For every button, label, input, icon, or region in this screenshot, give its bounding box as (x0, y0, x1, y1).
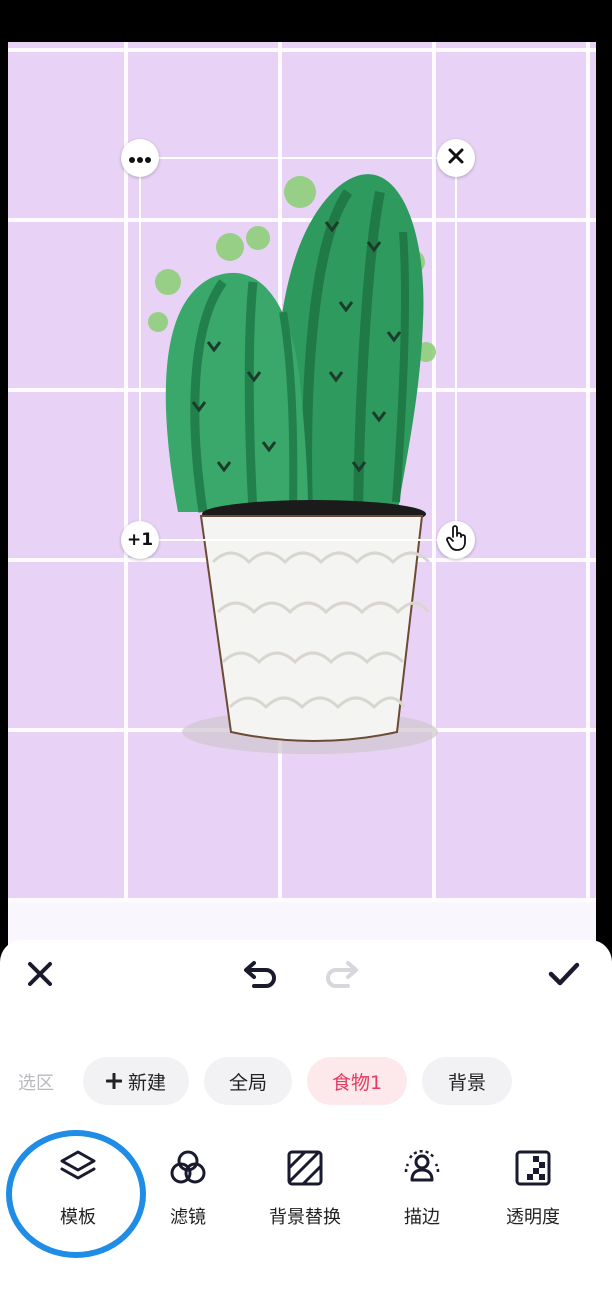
checkmark-icon (548, 961, 580, 991)
chip-background[interactable]: 背景 (422, 1057, 512, 1105)
duplicate-label: +1 (126, 530, 154, 550)
new-selection-label: 新建 (127, 1071, 166, 1094)
edit-panel: 选区 新建 全局 食物1 背景 模板 滤镜 背景替换 描边 透明度 (0, 940, 612, 1316)
close-icon (448, 148, 464, 168)
chip-global[interactable]: 全局 (204, 1057, 292, 1105)
chip-label: 全局 (228, 1071, 267, 1094)
chip-label: 背景 (447, 1071, 486, 1094)
duplicate-handle[interactable]: +1 (121, 521, 159, 559)
hand-pointer-icon (445, 525, 467, 555)
selection-label: 选区 (18, 1073, 54, 1094)
close-icon (27, 961, 53, 991)
tool-label: 背景替换 (269, 1207, 341, 1228)
tool-filter[interactable]: 滤镜 (133, 1145, 243, 1235)
delete-sticker-handle[interactable] (437, 139, 475, 177)
outline-person-icon (402, 1145, 442, 1191)
background-replace-icon (286, 1145, 324, 1191)
cactus-sticker-image[interactable] (8, 42, 596, 902)
new-selection-chip[interactable]: 新建 (83, 1057, 189, 1105)
tool-label: 透明度 (506, 1207, 560, 1228)
tool-label: 滤镜 (170, 1207, 206, 1228)
redo-icon (324, 959, 360, 993)
tool-outline[interactable]: 描边 (367, 1145, 477, 1235)
tool-label: 描边 (404, 1207, 440, 1228)
more-dots-icon (129, 149, 151, 168)
chip-label: 食物1 (331, 1071, 383, 1094)
more-options-handle[interactable] (121, 139, 159, 177)
tool-label: 模板 (60, 1207, 96, 1228)
plus-icon (105, 1073, 122, 1089)
tool-opacity[interactable]: 透明度 (478, 1145, 588, 1235)
undo-button[interactable] (240, 958, 280, 994)
layers-icon (58, 1145, 98, 1191)
confirm-button[interactable] (544, 958, 584, 994)
tool-background-replace[interactable]: 背景替换 (250, 1145, 360, 1235)
chip-food1[interactable]: 食物1 (307, 1057, 407, 1105)
selection-row: 选区 新建 全局 食物1 背景 (0, 1057, 612, 1107)
image-canvas[interactable]: +1 (8, 42, 596, 902)
tool-template[interactable]: 模板 (23, 1145, 133, 1235)
opacity-icon (514, 1145, 552, 1191)
redo-button[interactable] (322, 958, 362, 994)
close-button[interactable] (22, 958, 58, 994)
filter-circles-icon (168, 1145, 208, 1191)
transform-handle[interactable] (437, 521, 475, 559)
undo-icon (242, 959, 278, 993)
